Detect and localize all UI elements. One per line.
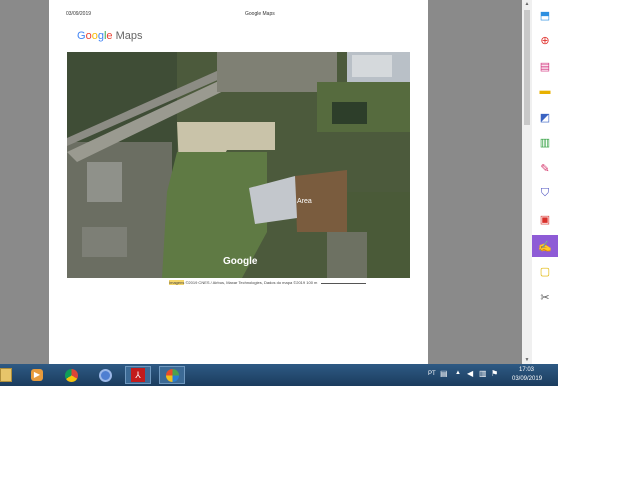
scroll-thumb[interactable]	[524, 10, 530, 125]
scale-bar	[320, 281, 366, 285]
map-attribution: Imagens ©2019 CNES / Airbus, Maxar Techn…	[169, 280, 366, 285]
scroll-up-icon[interactable]: ▲	[522, 0, 532, 8]
windows-live-icon[interactable]	[159, 366, 185, 384]
network-icon[interactable]: ▥	[479, 369, 487, 378]
organize-pages-icon[interactable]: ▤	[536, 57, 554, 75]
print-date: 03/09/2019	[66, 11, 92, 17]
send-icon[interactable]: ▢	[536, 262, 554, 280]
chrome-icon[interactable]	[58, 366, 84, 384]
explorer-icon[interactable]	[0, 366, 12, 384]
system-tray: PT ▤ ▲ ◀ ▥ ⚑ 17:03 03/09/2019	[420, 364, 558, 386]
translate-icon[interactable]: ◩	[536, 108, 554, 126]
acrobat-icon[interactable]: ⅄	[125, 366, 151, 384]
language-indicator[interactable]: PT	[428, 371, 436, 377]
volume-icon[interactable]: ◀	[467, 369, 473, 378]
comment-icon[interactable]: ▬	[536, 82, 554, 100]
clock-date[interactable]: 03/09/2019	[512, 376, 542, 382]
print-title: Google Maps	[245, 11, 275, 17]
sign-icon[interactable]: ✍	[532, 235, 558, 257]
export-pdf-icon[interactable]: ⬒	[536, 6, 554, 24]
google-watermark: Google	[223, 256, 258, 267]
satellite-map[interactable]: Area Google	[67, 52, 410, 278]
tools-icon[interactable]: ✂	[536, 288, 554, 306]
chrome-alt-icon[interactable]	[92, 366, 118, 384]
pdf-icon[interactable]: ▣	[536, 210, 554, 228]
fill-sign-icon[interactable]: ✎	[536, 159, 554, 177]
vertical-scrollbar[interactable]: ▲ ▼	[522, 0, 532, 364]
scroll-down-icon[interactable]: ▼	[522, 356, 532, 364]
action-center-icon[interactable]: ⚑	[491, 369, 498, 378]
media-player-icon[interactable]: ▶	[24, 366, 50, 384]
area-label: Area	[297, 198, 312, 205]
pdf-page: 03/09/2019 Google Maps Google Maps Area …	[49, 0, 428, 364]
compress-icon[interactable]: ▥	[536, 133, 554, 151]
create-pdf-icon[interactable]: ⊕	[536, 31, 554, 49]
scale-label: 100 m	[306, 280, 318, 285]
copyright-text: ©2019 CNES / Airbus, Maxar Technologies,…	[185, 280, 306, 285]
desktop-screen: 03/09/2019 Google Maps Google Maps Area …	[0, 0, 558, 386]
protect-icon[interactable]: ⛉	[536, 184, 554, 202]
clock-time[interactable]: 17:03	[519, 367, 534, 373]
show-hidden-icon[interactable]: ▲	[455, 370, 461, 376]
printer-icon[interactable]: ▤	[440, 369, 448, 378]
imagens-label: Imagens	[169, 280, 185, 285]
google-maps-logo: Google Maps	[77, 30, 143, 42]
acrobat-tools-panel: ⬒ ⊕ ▤ ▬ ◩ ▥ ✎ ⛉ ▣ ✍ ▢ ✂	[532, 0, 558, 364]
